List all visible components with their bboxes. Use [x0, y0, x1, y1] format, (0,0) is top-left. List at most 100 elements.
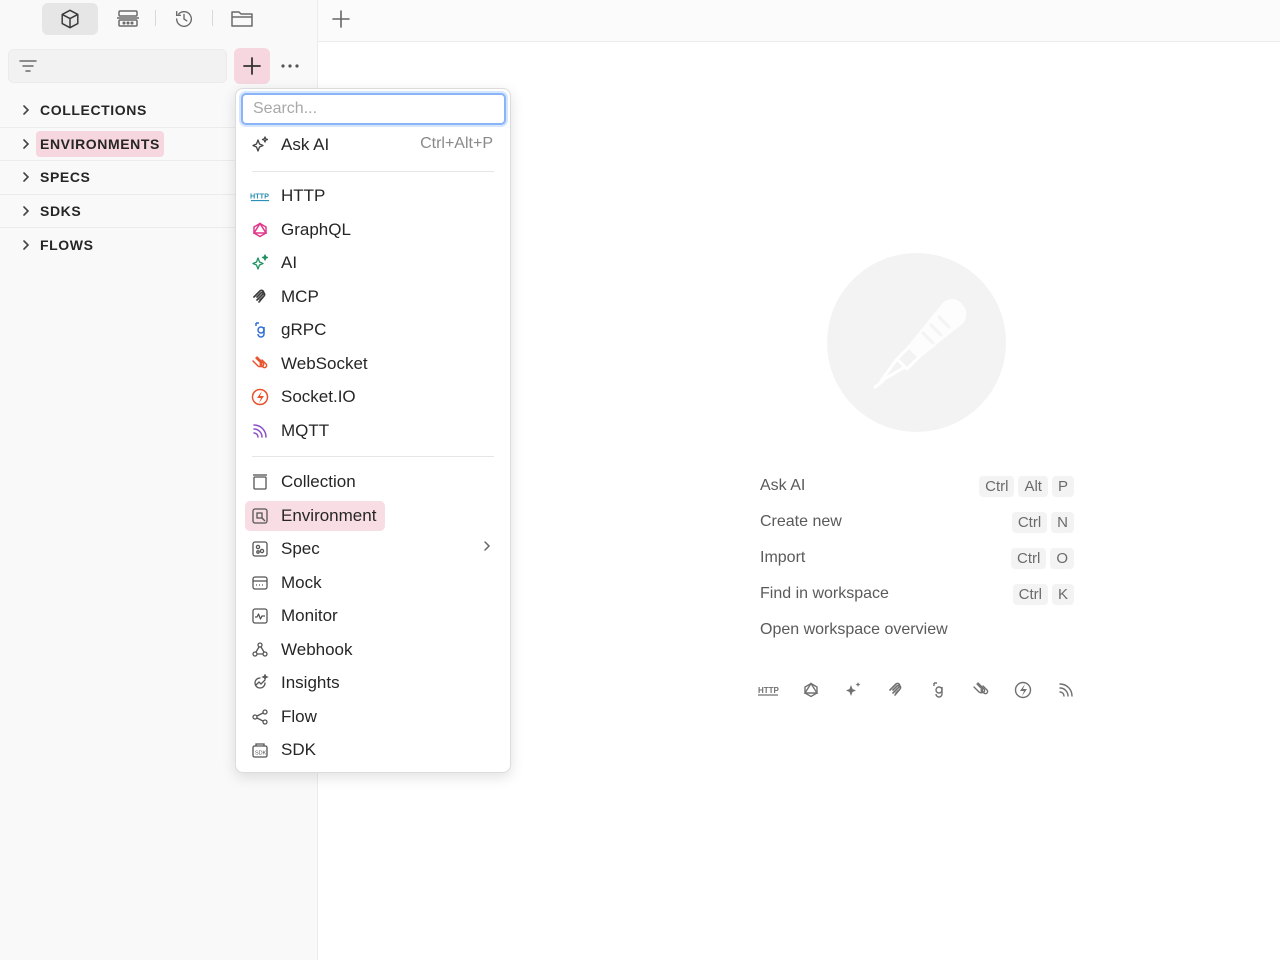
- menu-item-mqtt[interactable]: MQTT: [250, 416, 329, 446]
- menu-item-sdk[interactable]: SDK SDK: [250, 735, 316, 765]
- shortcut-import[interactable]: Import Ctrl O: [760, 545, 1074, 571]
- tree-item-label: SDKS: [40, 203, 82, 220]
- folder-icon: [230, 9, 254, 29]
- menu-item-insights[interactable]: Insights: [250, 668, 340, 698]
- http-icon: HTTP: [250, 186, 270, 206]
- shortcut-find-in-workspace[interactable]: Find in workspace Ctrl K: [760, 581, 1074, 607]
- plus-icon: [332, 10, 350, 28]
- menu-item-grpc[interactable]: gRPC: [250, 315, 326, 345]
- shortcut-label: Find in workspace: [760, 585, 889, 602]
- websocket-icon[interactable]: [970, 679, 992, 701]
- svg-text:HTTP: HTTP: [250, 192, 269, 201]
- key-combo: Ctrl O: [1011, 547, 1074, 569]
- menu-item-ask-ai[interactable]: Ask AI: [250, 130, 329, 160]
- svg-text:SDK: SDK: [255, 751, 267, 757]
- chevron-right-icon: [20, 138, 32, 150]
- grpc-icon[interactable]: [927, 679, 949, 701]
- menu-item-webhook[interactable]: Webhook: [250, 635, 353, 665]
- key-combo: Ctrl Alt P: [979, 475, 1074, 497]
- menu-item-label: GraphQL: [281, 220, 351, 239]
- create-new-button[interactable]: [234, 48, 270, 84]
- http-icon[interactable]: HTTP: [757, 679, 779, 701]
- menu-divider: [252, 456, 494, 457]
- menu-item-label: Socket.IO: [281, 387, 356, 406]
- ai-sparkle-icon: [250, 135, 270, 155]
- environment-icon: [250, 506, 270, 526]
- menu-item-mock[interactable]: Mock: [250, 568, 322, 598]
- menu-item-environment[interactable]: Environment: [245, 501, 386, 531]
- websocket-icon: [250, 354, 270, 374]
- key-combo: Ctrl N: [1011, 511, 1074, 533]
- svg-text:HTTP: HTTP: [758, 686, 779, 695]
- menu-item-collection[interactable]: Collection: [250, 467, 356, 497]
- chevron-right-icon: [20, 171, 32, 183]
- insights-icon: [250, 673, 270, 693]
- menu-search-box: [241, 93, 506, 125]
- shortcut-label: Ask AI: [760, 477, 806, 494]
- workspace-folder-tab[interactable]: [222, 3, 262, 35]
- menu-item-label: MQTT: [281, 421, 330, 440]
- menu-item-label: WebSocket: [281, 354, 368, 373]
- ai-sparkle-icon: [250, 253, 270, 273]
- key-cap: Ctrl: [1011, 547, 1047, 569]
- menu-search-input[interactable]: [243, 95, 504, 123]
- mcp-icon[interactable]: [885, 679, 907, 701]
- sidebar-icon-tabs: [0, 0, 318, 42]
- menu-item-graphql[interactable]: GraphQL: [250, 215, 351, 245]
- sidebar-filter-field[interactable]: [8, 49, 227, 83]
- menu-item-label: HTTP: [281, 186, 326, 205]
- flow-icon: [250, 707, 270, 727]
- menu-item-monitor[interactable]: Monitor: [250, 601, 338, 631]
- environments-tab[interactable]: [108, 3, 148, 35]
- chevron-right-icon: [482, 540, 492, 552]
- shortcut-ask-ai[interactable]: Ask AI Ctrl Alt P: [760, 473, 1074, 499]
- menu-item-ai[interactable]: AI: [250, 248, 297, 278]
- tree-item-label: SPECS: [40, 169, 91, 186]
- graphql-icon[interactable]: [800, 679, 822, 701]
- postman-astronaut-icon: [857, 283, 977, 403]
- shortcut-label: Import: [760, 549, 806, 566]
- ask-ai-shortcut: Ctrl+Alt+P: [420, 135, 493, 152]
- environments-icon: [116, 8, 140, 30]
- shortcut-open-workspace-overview[interactable]: Open workspace overview: [760, 617, 1074, 643]
- menu-item-label: Environment: [281, 506, 377, 525]
- create-new-menu: Ask AI Ctrl+Alt+P HTTP HTTP GraphQL AI M…: [235, 88, 511, 773]
- mqtt-icon[interactable]: [1055, 679, 1077, 701]
- tree-item-label: COLLECTIONS: [40, 102, 147, 119]
- key-cap: P: [1051, 475, 1074, 497]
- chevron-right-icon: [20, 239, 32, 251]
- key-cap: Ctrl: [979, 475, 1015, 497]
- key-cap: N: [1051, 511, 1074, 533]
- more-options-button[interactable]: [276, 48, 304, 84]
- chevron-right-icon: [20, 104, 32, 116]
- webhook-icon: [250, 640, 270, 660]
- menu-item-label: Collection: [281, 472, 356, 491]
- spec-icon: [250, 539, 270, 559]
- history-icon: [173, 8, 195, 30]
- socketio-icon: [250, 387, 270, 407]
- mcp-icon: [250, 287, 270, 307]
- ai-sparkle-icon[interactable]: [842, 679, 864, 701]
- graphql-icon: [250, 220, 270, 240]
- new-tab-button[interactable]: [328, 6, 354, 32]
- menu-item-label: SDK: [281, 740, 316, 759]
- menu-item-label: Spec: [281, 539, 320, 558]
- socketio-icon[interactable]: [1012, 679, 1034, 701]
- sdk-icon: SDK: [250, 740, 270, 760]
- collections-tab[interactable]: [42, 3, 98, 35]
- menu-item-socketio[interactable]: Socket.IO: [250, 382, 356, 412]
- menu-item-websocket[interactable]: WebSocket: [250, 349, 368, 379]
- menu-item-spec[interactable]: Spec: [250, 534, 320, 564]
- menu-item-flow[interactable]: Flow: [250, 702, 317, 732]
- menu-item-label: Insights: [281, 673, 340, 692]
- key-cap: Ctrl: [1012, 583, 1048, 605]
- shortcut-create-new[interactable]: Create new Ctrl N: [760, 509, 1074, 535]
- menu-item-http[interactable]: HTTP HTTP: [250, 181, 325, 211]
- key-cap: O: [1050, 547, 1074, 569]
- mock-icon: [250, 573, 270, 593]
- menu-item-mcp[interactable]: MCP: [250, 282, 319, 312]
- key-cap: K: [1051, 583, 1074, 605]
- key-cap: Ctrl: [1011, 511, 1048, 533]
- postman-logo: [827, 253, 1006, 432]
- history-tab[interactable]: [164, 3, 204, 35]
